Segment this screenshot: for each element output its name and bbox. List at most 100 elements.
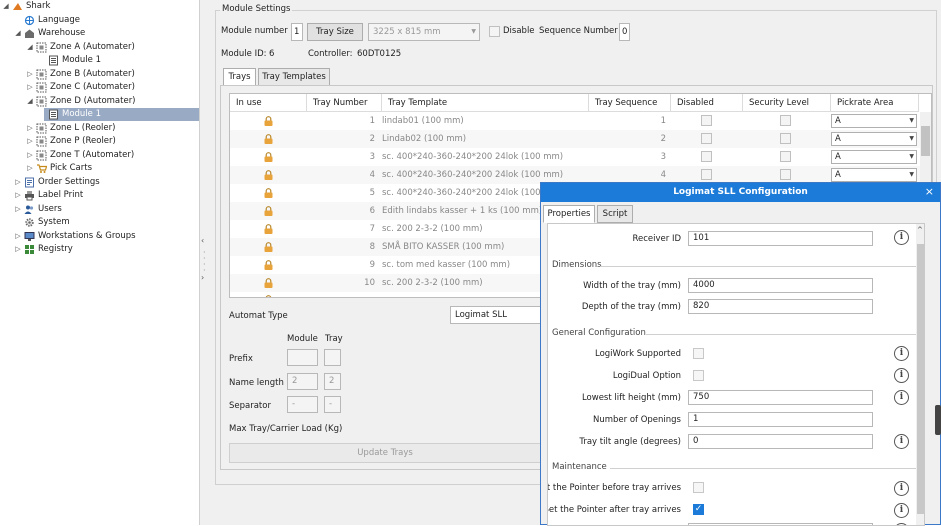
separator-tray-field[interactable]: - [324, 396, 341, 413]
disabled-checkbox[interactable] [701, 169, 712, 180]
info-icon[interactable]: i [894, 368, 909, 383]
name-length-module-field[interactable]: 2 [287, 373, 318, 390]
tree-item-label-print[interactable]: ▷ Label Print [0, 189, 199, 202]
column-header-security-level[interactable]: Security Level [743, 94, 831, 112]
disabled-checkbox[interactable] [701, 115, 712, 126]
column-header-in-use[interactable]: In use [230, 94, 307, 112]
scrollbar-thumb[interactable] [921, 126, 930, 156]
tree-item-system[interactable]: System [0, 216, 199, 229]
pickrate-area-select[interactable]: A ▼ [831, 114, 917, 128]
tree-item-shark[interactable]: ◢ Shark [0, 0, 199, 13]
width-field[interactable]: 4000 [688, 278, 873, 293]
table-row[interactable]: 1 lindab01 (100 mm) 1 A ▼ [230, 112, 931, 130]
expand-arrow-icon[interactable]: ▷ [26, 81, 34, 94]
tray-sequence-cell: 3 [660, 152, 666, 162]
expand-arrow-icon[interactable]: ▷ [14, 176, 22, 189]
info-icon[interactable]: i [894, 346, 909, 361]
security-level-checkbox[interactable] [780, 169, 791, 180]
expand-arrow-icon[interactable]: ▷ [26, 68, 34, 81]
table-row[interactable]: 3 sc. 400*240-360-240*200 24lok (100 mm) 3… [230, 148, 931, 166]
scrollbar-thumb[interactable] [917, 244, 924, 514]
info-icon[interactable]: i [894, 230, 909, 245]
info-icon[interactable]: i [894, 503, 909, 518]
prefix-tray-field[interactable] [324, 349, 341, 366]
tab-script[interactable]: Script [597, 205, 633, 223]
properties-scrollbar[interactable]: ^ [916, 224, 924, 525]
tree-item-zone-l-reoler[interactable]: ▷ Zone L (Reoler) [0, 122, 199, 135]
pointer-before-checkbox[interactable] [693, 482, 704, 493]
disable-checkbox[interactable] [489, 26, 500, 37]
collapse-arrow-icon[interactable]: ◢ [14, 27, 22, 40]
collapse-arrow-icon[interactable]: ◢ [26, 41, 34, 54]
pointer-after-checkbox[interactable]: ✓ [693, 504, 704, 515]
expand-arrow-icon[interactable]: ▷ [14, 203, 22, 216]
expand-right-icon[interactable]: › [201, 273, 204, 282]
pickrate-area-select[interactable]: A ▼ [831, 150, 917, 164]
column-header-disabled[interactable]: Disabled [671, 94, 743, 112]
tree-item-order-settings[interactable]: ▷ Order Settings [0, 176, 199, 189]
module-number-field[interactable]: 1 [291, 23, 303, 41]
tree-item-zone-c-automater[interactable]: ▷ Zone C (Automater) [0, 81, 199, 94]
tray-size-button[interactable]: Tray Size [307, 23, 363, 41]
receiver-id-field[interactable]: 101 [688, 231, 873, 246]
info-icon[interactable]: i [894, 481, 909, 496]
tree-item-module-1[interactable]: Module 1 [0, 54, 199, 67]
collapse-arrow-icon[interactable]: ◢ [26, 95, 34, 108]
tree-item-pick-carts[interactable]: ▷ Pick Carts [0, 162, 199, 175]
column-header-tray-number[interactable]: Tray Number [307, 94, 382, 112]
info-icon[interactable]: i [894, 390, 909, 405]
tree-item-zone-a-automater[interactable]: ◢ Zone A (Automater) [0, 41, 199, 54]
scroll-up-icon[interactable]: ^ [917, 226, 923, 234]
expand-arrow-icon[interactable]: ▷ [26, 149, 34, 162]
column-header-pickrate-area[interactable]: Pickrate Area [831, 94, 919, 112]
expand-arrow-icon[interactable]: ▷ [14, 189, 22, 202]
tree-item-registry[interactable]: ▷ Registry [0, 243, 199, 256]
collapse-left-icon[interactable]: ‹ [201, 236, 204, 245]
expand-arrow-icon[interactable]: ▷ [26, 162, 34, 175]
logidual-checkbox[interactable] [693, 370, 704, 381]
collapse-arrow-icon[interactable]: ◢ [2, 0, 10, 13]
name-length-tray-field[interactable]: 2 [324, 373, 341, 390]
tree-item-zone-t-automater[interactable]: ▷ Zone T (Automater) [0, 149, 199, 162]
tree-item-users[interactable]: ▷ Users [0, 203, 199, 216]
update-trays-button[interactable]: Update Trays [229, 443, 541, 463]
tree-item-warehouse[interactable]: ◢ Warehouse [0, 27, 199, 40]
security-level-checkbox[interactable] [780, 133, 791, 144]
tree-item-language[interactable]: Language [0, 14, 199, 27]
depth-field[interactable]: 820 [688, 299, 873, 314]
dialog-resize-handle[interactable] [935, 405, 941, 435]
expand-arrow-icon[interactable]: ▷ [26, 122, 34, 135]
table-row[interactable]: 2 Lindab02 (100 mm) 2 A ▼ [230, 130, 931, 148]
tree-item-zone-d-automater[interactable]: ◢ Zone D (Automater) [0, 95, 199, 108]
tree-item-workstations-groups[interactable]: ▷ Workstations & Groups [0, 230, 199, 243]
sequence-number-field[interactable]: 0 [619, 23, 630, 41]
tab-trays[interactable]: Trays [223, 68, 256, 86]
tab-properties[interactable]: Properties [543, 205, 595, 223]
tilt-angle-field[interactable]: 0 [688, 434, 873, 449]
column-header-tray-sequence[interactable]: Tray Sequence [589, 94, 671, 112]
close-icon[interactable]: × [925, 183, 934, 200]
info-icon[interactable]: i [894, 434, 909, 449]
security-level-checkbox[interactable] [780, 115, 791, 126]
prefix-module-field[interactable] [287, 349, 318, 366]
lowest-lift-field[interactable]: 750 [688, 390, 873, 405]
expand-arrow-icon[interactable]: ▷ [26, 135, 34, 148]
security-level-checkbox[interactable] [780, 151, 791, 162]
pane-splitter[interactable]: ‹ · · · · › [200, 0, 209, 525]
pickrate-area-select[interactable]: A ▼ [831, 132, 917, 146]
openings-field[interactable]: 1 [688, 412, 873, 427]
separator-module-field[interactable]: - [287, 396, 318, 413]
pickrate-area-select[interactable]: A ▼ [831, 168, 917, 182]
expand-arrow-icon[interactable]: ▷ [14, 243, 22, 256]
disabled-checkbox[interactable] [701, 133, 712, 144]
tree-item-zone-b-automater[interactable]: ▷ Zone B (Automater) [0, 68, 199, 81]
tab-tray-templates[interactable]: Tray Templates [258, 68, 330, 86]
logiwork-checkbox[interactable] [693, 348, 704, 359]
disabled-checkbox[interactable] [701, 151, 712, 162]
tree-item-zone-p-reoler[interactable]: ▷ Zone P (Reoler) [0, 135, 199, 148]
column-header-tray-template[interactable]: Tray Template [382, 94, 589, 112]
tree-item-module-1[interactable]: Module 1 [44, 108, 199, 121]
tray-size-select[interactable]: 3225 x 815 mm ▼ [368, 23, 480, 41]
expand-arrow-icon[interactable]: ▷ [14, 230, 22, 243]
automat-type-select[interactable]: Logimat SLL [450, 306, 542, 324]
